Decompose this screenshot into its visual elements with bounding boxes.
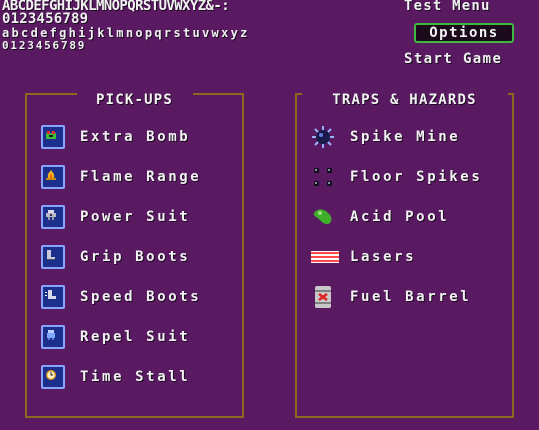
extra-bomb-icon [41, 125, 65, 149]
pickup-label: Time Stall [80, 369, 191, 385]
pickup-item-repel-suit[interactable]: Repel Suit [41, 325, 231, 349]
hazards-panel: TRAPS & HAZARDS Spike Mine Floor Spikes … [295, 93, 514, 418]
pickup-label: Extra Bomb [80, 129, 191, 145]
font-sample-digits-small: 0123456789 [2, 39, 87, 52]
pickup-label: Repel Suit [80, 329, 191, 345]
font-sample-lowercase: abcdefghijklmnopqrstuvwxyz [2, 26, 250, 40]
laser-icon [311, 245, 339, 269]
pickups-title: PICK-UPS [76, 93, 193, 107]
menu-title: Test Menu [404, 0, 491, 14]
hazard-item-floor-spikes[interactable]: Floor Spikes [311, 165, 511, 189]
clock-icon [41, 365, 65, 389]
grip-boots-icon [41, 245, 65, 269]
options-button[interactable]: Options [414, 23, 514, 43]
hazard-label: Spike Mine [350, 129, 461, 145]
font-sample-digits-large: 0123456789 [2, 11, 89, 27]
flame-icon [41, 165, 65, 189]
hazard-item-lasers[interactable]: Lasers [311, 245, 511, 269]
pickup-item-speed-boots[interactable]: Speed Boots [41, 285, 231, 309]
hazard-item-acid-pool[interactable]: Acid Pool [311, 205, 511, 229]
repel-suit-icon [41, 325, 65, 349]
pickup-label: Grip Boots [80, 249, 191, 265]
pickup-label: Flame Range [80, 169, 202, 185]
floor-spikes-icon [311, 165, 335, 189]
fuel-barrel-icon [311, 285, 335, 309]
hazard-label: Lasers [350, 249, 417, 265]
pickup-item-flame-range[interactable]: Flame Range [41, 165, 231, 189]
hazard-item-spike-mine[interactable]: Spike Mine [311, 125, 511, 149]
hazard-label: Floor Spikes [350, 169, 483, 185]
speed-boots-icon [41, 285, 65, 309]
pickup-label: Power Suit [80, 209, 191, 225]
spike-mine-icon [311, 125, 335, 149]
pickup-item-power-suit[interactable]: Power Suit [41, 205, 231, 229]
hazard-item-fuel-barrel[interactable]: Fuel Barrel [311, 285, 511, 309]
start-game-button[interactable]: Start Game [404, 51, 502, 67]
hazards-title: TRAPS & HAZARDS [301, 93, 508, 107]
power-suit-icon [41, 205, 65, 229]
pickup-item-extra-bomb[interactable]: Extra Bomb [41, 125, 231, 149]
pickup-item-time-stall[interactable]: Time Stall [41, 365, 231, 389]
acid-pool-icon [311, 205, 335, 229]
hazard-label: Acid Pool [350, 209, 450, 225]
pickup-label: Speed Boots [80, 289, 202, 305]
pickups-panel: PICK-UPS Extra Bomb Flame Range Power Su… [25, 93, 244, 418]
pickup-item-grip-boots[interactable]: Grip Boots [41, 245, 231, 269]
hazard-label: Fuel Barrel [350, 289, 472, 305]
